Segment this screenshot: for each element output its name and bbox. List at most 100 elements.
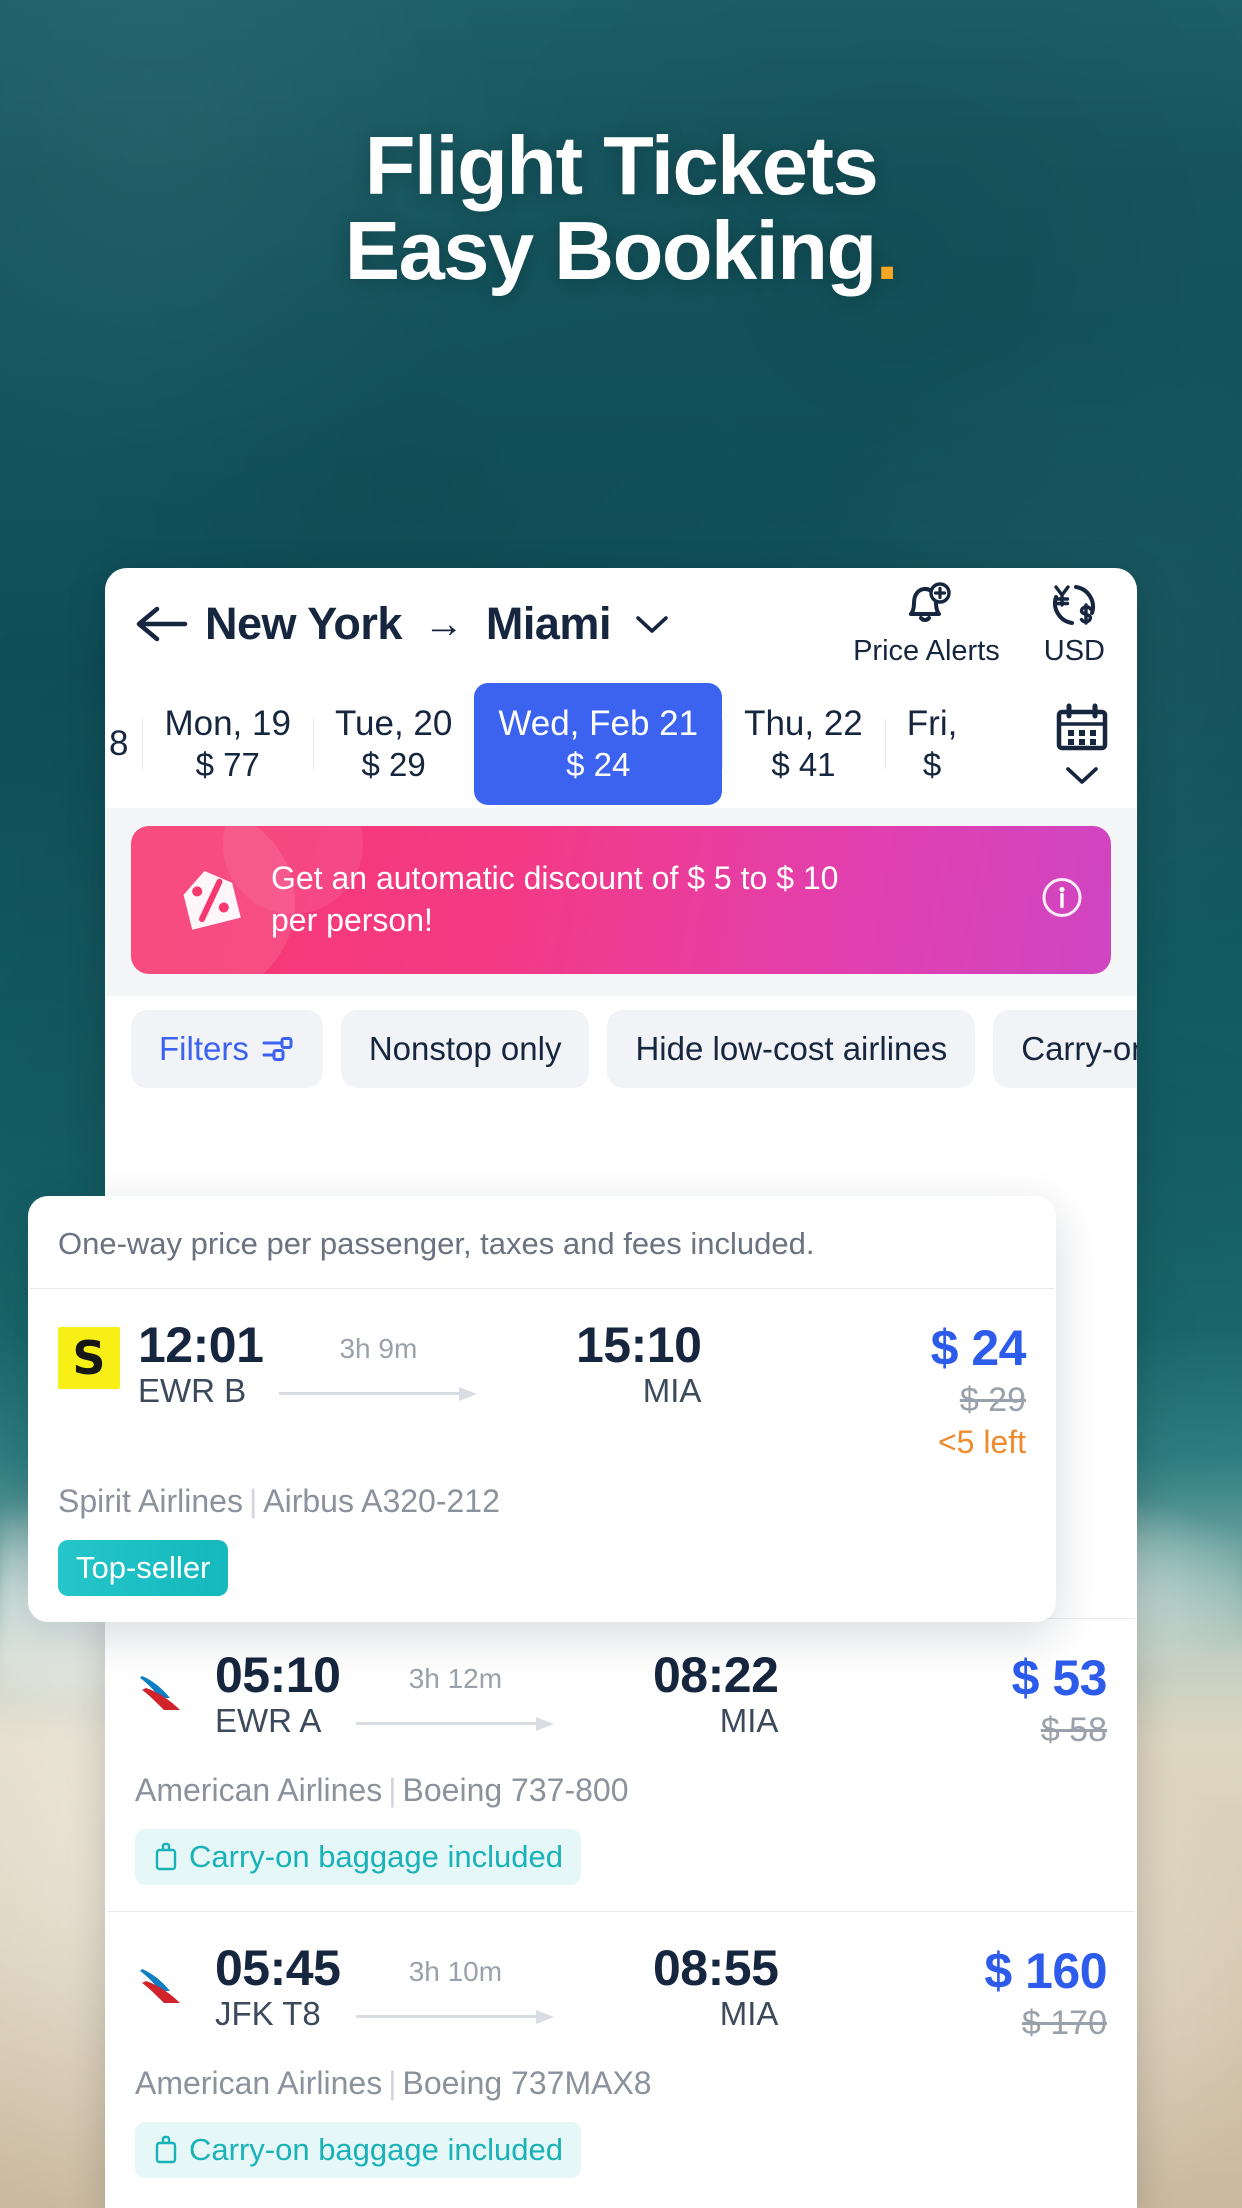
departure-segment: 12:01 EWR B <box>138 1319 264 1410</box>
suitcase-icon <box>155 2135 177 2164</box>
app-header: New York → Miami Price Alerts USD <box>105 568 1137 680</box>
airline-info: American Airlines | Boeing 737MAX8 <box>135 2065 1107 2102</box>
carry-on-badge: Carry-on baggage included <box>135 2122 581 2178</box>
calendar-icon <box>1056 703 1108 751</box>
price-block: $ 24 $ 29 <5 left <box>930 1319 1027 1461</box>
hero-headline: Flight Tickets Easy Booking. <box>0 119 1242 297</box>
sliders-icon <box>262 1037 293 1061</box>
original-price: $ 58 <box>1040 1711 1107 1749</box>
flight-row[interactable]: 05:45 JFK T8 3h 10m 08:55 MIA $ 160 $ 17… <box>105 1912 1137 2204</box>
price-alerts-button[interactable]: Price Alerts <box>853 581 1000 668</box>
arrow-left-icon <box>136 606 188 642</box>
filters-chip-label: Filters <box>159 1030 249 1067</box>
date-label: Mon, 19 <box>164 703 291 743</box>
flight-row-top: 05:10 EWR A 3h 12m 08:22 MIA $ 53 $ 58 <box>135 1647 1108 1750</box>
date-cell-selected[interactable]: Wed, Feb 21 $ 24 <box>474 682 723 806</box>
currency-label: USD <box>1043 634 1105 667</box>
carry-on-badge: Carry-on baggage included <box>135 1829 581 1885</box>
departure-segment: 05:10 EWR A <box>215 1649 341 1740</box>
filter-chips[interactable]: Filters Nonstop only Hide low-cost airli… <box>131 1010 1137 1088</box>
american-airlines-logo <box>135 1657 197 1719</box>
currency-exchange-icon <box>1053 584 1096 625</box>
date-cell[interactable]: Tue, 20 $ 29 <box>312 703 474 786</box>
date-price: $ 24 <box>566 746 631 784</box>
flight-row[interactable]: 05:10 EWR A 3h 12m 08:22 MIA $ 53 $ 58 A… <box>105 1619 1137 1911</box>
chevron-down-icon <box>1066 767 1098 784</box>
destination-city: Miami <box>485 598 612 649</box>
arrival-segment: 15:10 MIA <box>511 1317 702 1410</box>
duration-block: 3h 12m <box>350 1649 560 1731</box>
date-label: Wed, Feb 21 <box>498 703 699 743</box>
flight-row-top: S 12:01 EWR B 3h 9m 15:10 MIA $ 24 $ 29 … <box>58 1317 1027 1461</box>
carry-on-label: Carry-on <box>1021 1030 1137 1067</box>
filters-section: Filters Nonstop only Hide low-cost airli… <box>105 996 1137 1104</box>
duration-label: 3h 10m <box>408 1956 503 1987</box>
original-price: $ 170 <box>1021 2004 1107 2042</box>
current-price: $ 24 <box>930 1320 1027 1376</box>
arrival-time: 08:55 <box>653 1940 779 1996</box>
date-price: $ 41 <box>771 746 836 784</box>
hide-low-cost-chip[interactable]: Hide low-cost airlines <box>607 1010 976 1088</box>
separator: | <box>388 1772 397 1808</box>
date-label: Tue, 20 <box>334 703 453 743</box>
info-circle-icon[interactable] <box>1039 875 1085 926</box>
arrival-segment: 08:22 MIA <box>588 1647 779 1740</box>
spirit-logo-letter: S <box>72 1331 106 1385</box>
date-cell[interactable]: 8 <box>109 723 142 766</box>
duration-label: 3h 9m <box>339 1333 418 1364</box>
departure-time: 05:45 <box>215 1940 341 1996</box>
promo-banner[interactable]: Get an automatic discount of $ 5 to $ 10… <box>131 826 1111 974</box>
hero-line-1: Flight Tickets <box>364 119 879 212</box>
separator: | <box>388 2065 397 2101</box>
date-cell[interactable]: Mon, 19 $ 77 <box>142 703 312 786</box>
date-price: $ <box>922 746 942 784</box>
back-button[interactable] <box>131 593 193 655</box>
bell-plus-icon <box>909 581 952 622</box>
top-seller-badge: Top-seller <box>58 1540 229 1596</box>
date-label: Thu, 22 <box>744 703 863 743</box>
promo-section: Get an automatic discount of $ 5 to $ 10… <box>105 808 1137 2200</box>
origin-city: New York <box>205 598 402 649</box>
spirit-logo: S <box>58 1327 120 1389</box>
departure-airport: EWR A <box>215 1702 322 1739</box>
price-block: $ 53 $ 58 <box>1011 1649 1108 1750</box>
departure-airport: JFK T8 <box>215 1995 321 2032</box>
currency-button[interactable]: USD <box>1044 581 1105 668</box>
route-selector[interactable]: New York → Miami <box>205 598 671 650</box>
arrival-airport: MIA <box>719 1995 779 2032</box>
date-cell[interactable]: Thu, 22 $ 41 <box>722 703 885 786</box>
results-overlay-card: One-way price per passenger, taxes and f… <box>28 1196 1056 1622</box>
nonstop-only-chip[interactable]: Nonstop only <box>340 1010 590 1088</box>
price-block: $ 160 $ 170 <box>984 1942 1107 2043</box>
arrival-time: 08:22 <box>653 1647 779 1703</box>
date-strip[interactable]: 8 Mon, 19 $ 77 Tue, 20 $ 29 Wed, Feb 21 … <box>105 680 1137 808</box>
date-cell[interactable]: Fri, $ <box>884 703 980 786</box>
airline-name: American Airlines <box>135 1772 383 1808</box>
original-price: $ 29 <box>959 1381 1026 1419</box>
current-price: $ 160 <box>984 1943 1107 1999</box>
seats-left-label: <5 left <box>937 1424 1026 1460</box>
flight-row-top: 05:45 JFK T8 3h 10m 08:55 MIA $ 160 $ 17… <box>135 1942 1107 2043</box>
calendar-button[interactable] <box>1053 702 1121 786</box>
duration-block: 3h 9m <box>273 1319 483 1401</box>
airline-name: Spirit Airlines <box>58 1483 243 1519</box>
flight-path-arrow-icon <box>273 1387 483 1401</box>
flight-row[interactable]: S 12:01 EWR B 3h 9m 15:10 MIA $ 24 $ 29 … <box>28 1289 1056 1622</box>
results-list-continued: 05:10 EWR A 3h 12m 08:22 MIA $ 53 $ 58 A… <box>105 1618 1137 2204</box>
date-label: Fri, <box>906 703 958 743</box>
aircraft-type: Boeing 737MAX8 <box>402 2065 652 2101</box>
chevron-down-icon <box>636 616 668 633</box>
arrival-airport: MIA <box>642 1372 702 1409</box>
american-airlines-logo <box>135 1950 197 2012</box>
nonstop-only-label: Nonstop only <box>368 1030 562 1067</box>
duration-block: 3h 10m <box>350 1942 560 2024</box>
carry-on-chip[interactable]: Carry-on <box>993 1010 1137 1088</box>
date-price: $ 77 <box>195 746 260 784</box>
date-label: 8 <box>109 723 129 763</box>
date-price: $ 29 <box>361 746 426 784</box>
hero-line-2: Easy Booking <box>344 203 877 297</box>
aircraft-type: Airbus A320-212 <box>263 1483 500 1519</box>
filters-chip[interactable]: Filters <box>131 1010 323 1088</box>
arrival-time: 15:10 <box>576 1317 702 1373</box>
current-price: $ 53 <box>1011 1650 1108 1706</box>
